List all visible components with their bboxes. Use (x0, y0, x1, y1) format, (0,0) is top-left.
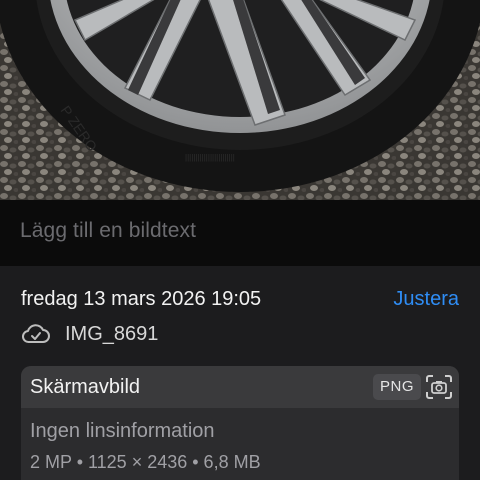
capture-date: fredag 13 mars 2026 19:05 (21, 288, 262, 310)
wheel-photo: P ZERO |||||||||||||||||||||||| (0, 0, 480, 200)
file-row: IMG_8691 (21, 321, 158, 347)
photo-viewer[interactable]: P ZERO |||||||||||||||||||||||| (0, 0, 480, 200)
svg-text:||||||||||||||||||||||||: |||||||||||||||||||||||| (185, 153, 235, 162)
image-specs: 2 MP • 1125 × 2436 • 6,8 MB (30, 452, 261, 472)
info-panel: fredag 13 mars 2026 19:05 Justera IMG_86… (0, 266, 480, 480)
card-header: Skärmavbild PNG (21, 366, 459, 408)
caption-input[interactable]: Lägg till en bildtext (20, 219, 196, 243)
card-title: Skärmavbild (30, 376, 141, 398)
lens-info: Ingen linsinformation (30, 420, 215, 442)
filename: IMG_8691 (65, 322, 159, 345)
metadata-card: Skärmavbild PNG Ingen linsinformation 2 … (21, 366, 459, 480)
format-badge: PNG (373, 374, 422, 400)
cloud-check-icon (22, 324, 50, 343)
caption-bar: Lägg till en bildtext (0, 200, 480, 266)
screenshot-camera-icon (426, 375, 452, 399)
adjust-button[interactable]: Justera (393, 288, 459, 311)
